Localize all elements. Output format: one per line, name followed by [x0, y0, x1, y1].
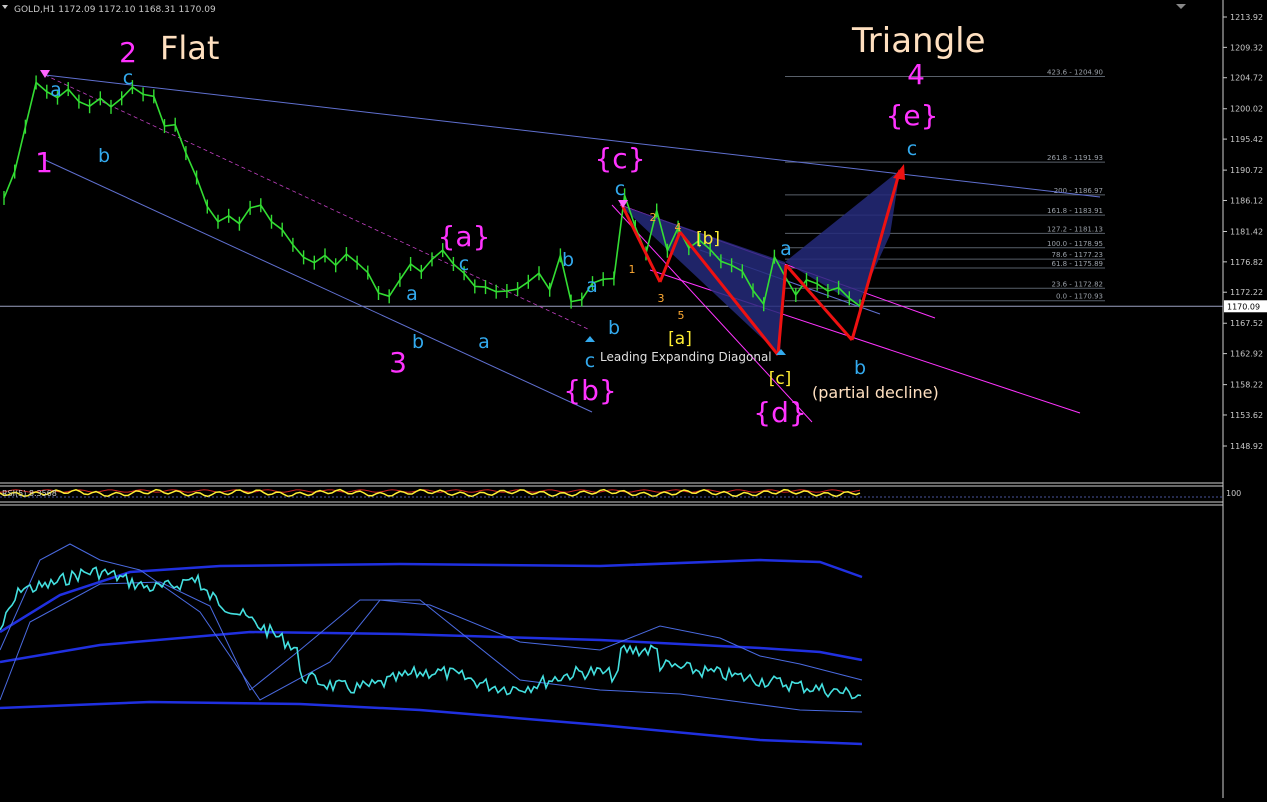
wave-label-minor: b	[412, 331, 424, 353]
wave-label-minor: b	[854, 357, 866, 379]
wave-label-minor: c	[585, 350, 595, 372]
fib-level-label-6: 78.6 - 1177.23	[1051, 251, 1103, 259]
wave-label-primary: {d}	[753, 396, 806, 429]
pivot-marker-icon	[618, 200, 628, 208]
y-tick-label-3: 1200.02	[1230, 105, 1263, 114]
annotation-triangle: Triangle	[851, 21, 986, 61]
gold-h1-chart[interactable]: GOLD,H1 1172.09 1172.10 1168.31 1170.09 1…	[0, 0, 1267, 798]
wave-label-primary: {c}	[594, 142, 645, 175]
y-tick-label-0: 1213.92	[1230, 13, 1263, 22]
trend-line-2	[44, 74, 591, 331]
wave-label-minor: a	[780, 238, 792, 260]
y-tick-label-14: 1148.92	[1230, 442, 1263, 451]
y-tick-label-11: 1162.92	[1230, 350, 1263, 359]
indicator-upper-band	[0, 558, 863, 634]
wave-label-sub: [b]	[696, 229, 720, 249]
wave-label-minor: c	[123, 67, 133, 89]
wave-label-primary: 3	[389, 346, 407, 379]
fib-level-label-5: 100.0 - 1178.95	[1047, 240, 1103, 248]
fib-level-label-7: 61.8 - 1175.89	[1051, 260, 1103, 268]
trend-line-0	[44, 74, 1101, 198]
wave-label-primary: 1	[35, 146, 53, 179]
y-tick-label-6: 1186.12	[1230, 196, 1263, 205]
wave-label-primary: {b}	[563, 374, 616, 407]
fib-level-label-8: 23.6 - 1172.82	[1051, 280, 1103, 288]
wave-label-count: 2	[650, 211, 657, 224]
dropdown-arrow-icon	[2, 5, 8, 9]
y-tick-label-5: 1190.72	[1230, 166, 1263, 175]
forecast-arrowhead-icon	[893, 164, 905, 180]
fib-level-label-1: 261.8 - 1191.93	[1047, 154, 1103, 162]
wave-label-minor: a	[50, 79, 62, 101]
wave-label-minor: b	[98, 145, 110, 167]
rsi-label: RSI(5) 8.3568	[2, 489, 57, 498]
fib-level-label-0: 423.6 - 1204.90	[1047, 69, 1103, 77]
annotation-leading-expanding-diagonal: Leading Expanding Diagonal	[600, 350, 772, 364]
fib-level-label-2: 200 - 1186.97	[1054, 187, 1103, 195]
fib-level-label-4: 127.2 - 1181.13	[1047, 225, 1103, 233]
y-tick-label-4: 1195.42	[1230, 135, 1263, 144]
wave-label-count: 3	[658, 292, 665, 305]
y-tick-label-12: 1158.22	[1230, 381, 1263, 390]
annotation-flat: Flat	[160, 29, 219, 67]
wave-label-sub: [c]	[769, 369, 792, 389]
y-tick-label-2: 1204.72	[1230, 74, 1263, 83]
collapse-arrow-icon	[1176, 4, 1186, 9]
fib-level-label-3: 161.8 - 1183.91	[1047, 207, 1103, 215]
wave-label-minor: a	[478, 331, 490, 353]
current-price-label: 1170.09	[1227, 302, 1260, 311]
wave-label-minor: c	[615, 178, 625, 200]
rsi-level-label: 100	[1226, 489, 1241, 498]
y-tick-label-13: 1153.62	[1230, 411, 1263, 420]
wave-label-count: 5	[678, 309, 685, 322]
wave-label-minor: a	[406, 283, 418, 305]
y-tick-label-10: 1167.52	[1230, 319, 1263, 328]
wave-label-primary: 4	[907, 58, 925, 91]
wave-label-count: 1	[629, 263, 636, 276]
y-tick-label-1: 1209.32	[1230, 43, 1263, 52]
indicator-middle-band	[0, 630, 863, 664]
wave-label-count: 4	[675, 221, 682, 234]
trend-line-1	[44, 159, 593, 413]
wave-label-primary: {e}	[886, 99, 939, 132]
pivot-marker-icon	[585, 336, 595, 342]
wave-label-primary: {a}	[438, 220, 491, 253]
wave-label-minor: b	[562, 249, 574, 271]
chart-header: GOLD,H1 1172.09 1172.10 1168.31 1170.09	[14, 5, 216, 15]
annotation-partial-decline: (partial decline)	[812, 383, 939, 402]
fib-level-label-9: 0.0 - 1170.93	[1056, 293, 1103, 301]
wave-label-minor: c	[907, 138, 917, 160]
y-tick-label-7: 1181.42	[1230, 228, 1263, 237]
y-tick-label-9: 1172.22	[1230, 288, 1263, 297]
rsi-signal-line	[0, 489, 861, 493]
y-tick-label-8: 1176.82	[1230, 258, 1263, 267]
wave-label-minor: a	[586, 275, 598, 297]
wave-label-minor: b	[608, 317, 620, 339]
wave-label-minor: c	[459, 253, 469, 275]
wave-label-sub: [a]	[668, 329, 692, 349]
price-chart-svg[interactable]: GOLD,H1 1172.09 1172.10 1168.31 1170.09 1…	[0, 0, 1267, 798]
indicator-line	[0, 566, 862, 700]
wave-label-primary: 2	[119, 36, 137, 69]
indicator-lower-band	[0, 700, 863, 746]
